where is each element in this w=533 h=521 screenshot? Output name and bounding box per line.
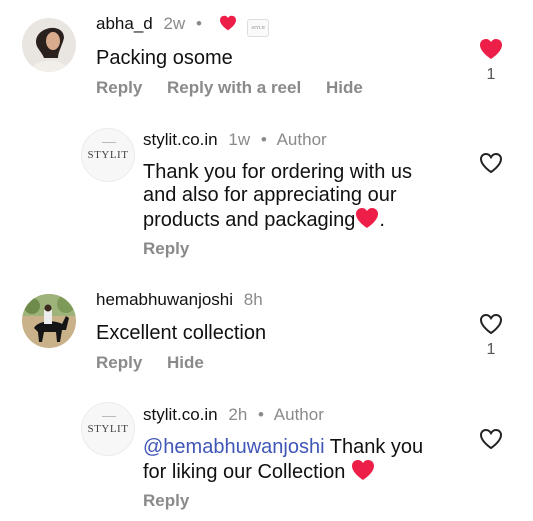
avatar[interactable]	[22, 18, 76, 72]
text-line: Thank you for ordering with us	[143, 161, 413, 183]
like-count: 1	[486, 341, 496, 358]
author-label: Author	[273, 405, 324, 424]
text-line: @hemabhuwanjoshi Thank you	[143, 436, 423, 459]
creator-heart-icon	[219, 15, 237, 36]
heart-outline-icon	[479, 313, 503, 335]
reply-button[interactable]: Reply	[143, 239, 189, 258]
comment-text: @hemabhuwanjoshi Thank you for liking ou…	[143, 436, 423, 487]
heart-icon	[480, 39, 502, 59]
separator-dot: •	[195, 14, 202, 33]
like-button[interactable]: 1	[479, 313, 503, 359]
text-segment: Thank you	[324, 436, 424, 458]
avatar[interactable]: STYLIT	[81, 128, 135, 182]
hide-button[interactable]: Hide	[326, 78, 363, 97]
timestamp: 2h	[228, 405, 248, 424]
text-segment: products and packaging	[143, 209, 356, 231]
mention-link[interactable]: @hemabhuwanjoshi	[143, 436, 325, 458]
separator-dot: •	[260, 130, 267, 149]
separator-dot: •	[258, 405, 264, 424]
username[interactable]: stylit.co.in	[143, 405, 218, 424]
reply-button[interactable]: Reply	[143, 491, 189, 510]
creator-badge: STYLIT	[247, 19, 270, 37]
text-segment: .	[379, 209, 385, 231]
avatar[interactable]: STYLIT	[81, 402, 135, 456]
text-line: and also for appreciating our	[143, 184, 397, 206]
like-button[interactable]: 1	[479, 38, 503, 84]
comment-actions: Reply	[143, 239, 209, 259]
comment-text: Excellent collection	[96, 322, 267, 344]
comment-header: hemabhuwanjoshi 8h	[96, 290, 263, 310]
text-line-last: for liking our Collection	[143, 459, 423, 487]
comment-actions: Reply Reply with a reel Hide	[96, 78, 383, 98]
text-segment: for liking our Collection	[143, 461, 351, 483]
red-heart-emoji-icon	[355, 207, 379, 235]
brand-logo-text: STYLIT	[87, 423, 129, 435]
red-heart-emoji-icon	[351, 459, 375, 487]
avatar-photo	[22, 18, 76, 72]
author-label: Author	[276, 130, 327, 149]
timestamp: 8h	[243, 290, 263, 309]
heart-outline-icon	[479, 428, 503, 450]
reply-button[interactable]: Reply	[96, 78, 142, 97]
reply-button[interactable]: Reply	[96, 353, 142, 372]
username[interactable]: hemabhuwanjoshi	[96, 290, 233, 309]
avatar-photo	[22, 294, 76, 348]
hide-button[interactable]: Hide	[167, 353, 204, 372]
comment-actions: Reply	[143, 491, 209, 511]
comment-actions: Reply Hide	[96, 353, 224, 373]
username[interactable]: stylit.co.in	[143, 130, 218, 149]
logo-rule	[102, 142, 116, 143]
timestamp: 2w	[163, 14, 186, 33]
username[interactable]: abha_d	[96, 14, 153, 33]
text-line-last: products and packaging.	[143, 207, 412, 235]
timestamp: 1w	[228, 130, 251, 149]
reply-with-reel-button[interactable]: Reply with a reel	[167, 78, 301, 97]
avatar[interactable]	[22, 294, 76, 348]
like-count: 1	[486, 66, 496, 83]
brand-logo-text: STYLIT	[87, 149, 129, 161]
heart-outline-icon	[479, 152, 503, 174]
comment-header: abha_d 2w • STYLIT	[96, 14, 270, 37]
comment-header: stylit.co.in 1w • Author	[143, 130, 327, 150]
comment-header: stylit.co.in 2h • Author	[143, 405, 324, 425]
like-button[interactable]	[479, 428, 503, 450]
logo-rule	[102, 416, 116, 417]
like-button[interactable]	[479, 152, 503, 174]
comment-text: Packing osome	[96, 47, 233, 69]
comment-text: Thank you for ordering with us and also …	[143, 161, 412, 235]
